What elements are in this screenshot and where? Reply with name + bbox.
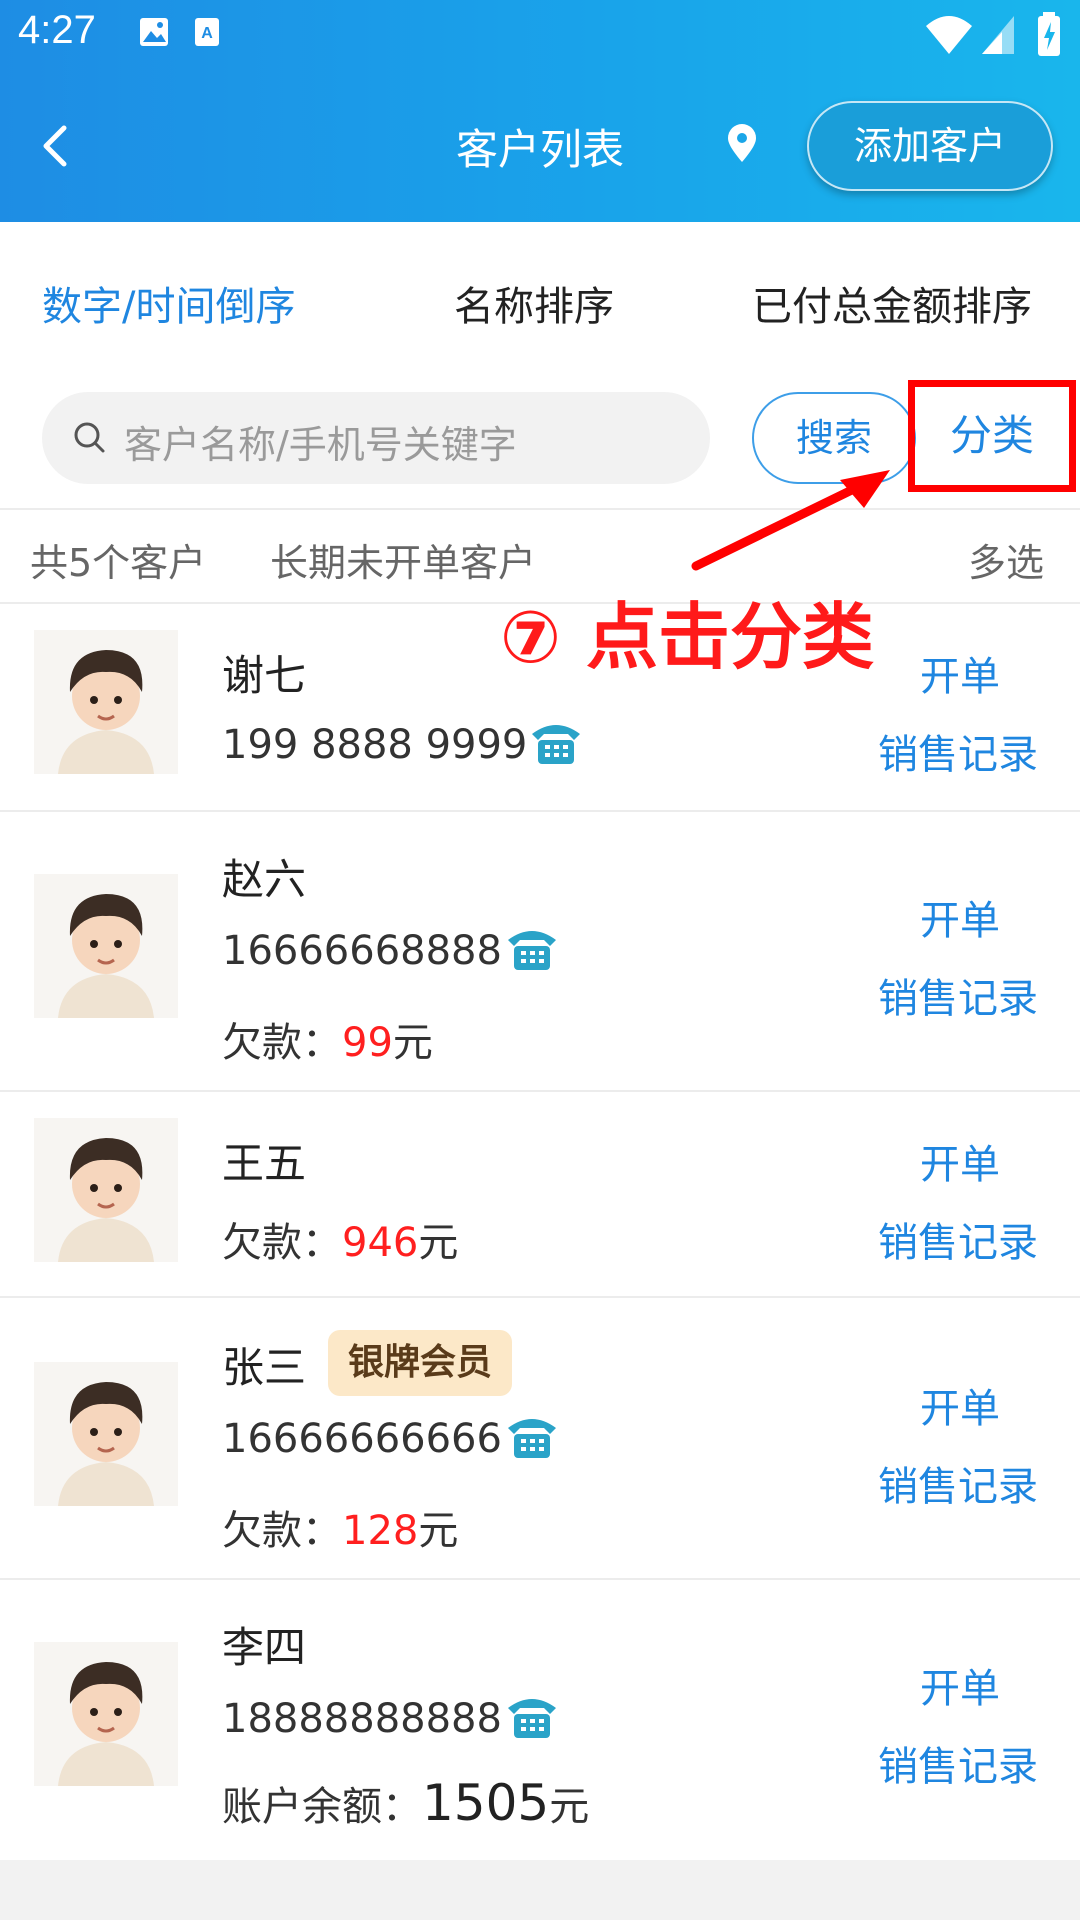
annotation-text: ⑦ 点击分类 <box>500 595 875 679</box>
sort-tab-name[interactable]: 名称排序 <box>454 274 614 332</box>
wifi-icon <box>926 16 972 54</box>
text-recognition-icon: A <box>195 18 219 46</box>
status-bar: 4:27 A <box>0 0 1080 72</box>
customer-name: 张三 <box>222 1343 307 1392</box>
avatar <box>34 874 178 1018</box>
avatar <box>34 630 178 774</box>
customer-phone: 16666668888 <box>222 928 502 974</box>
currency-unit: 元 <box>392 1020 433 1066</box>
sales-record-button[interactable]: 销售记录 <box>878 1210 1038 1268</box>
search-input[interactable]: 客户名称/手机号关键字 <box>42 392 710 484</box>
row-divider <box>0 810 1080 812</box>
svg-text:A: A <box>201 25 213 42</box>
signal-icon <box>982 16 1014 54</box>
debt-value: 128 <box>342 1508 419 1554</box>
telephone-icon[interactable] <box>504 1692 560 1740</box>
customer-count: 共5个客户 <box>30 541 207 585</box>
customer-name: 赵六 <box>222 855 307 904</box>
balance-amount: 账户余额：1505元 <box>222 1774 589 1832</box>
open-order-button[interactable]: 开单 <box>920 1376 1000 1434</box>
row-divider <box>0 1296 1080 1298</box>
balance-label: 账户余额： <box>222 1784 422 1830</box>
avatar <box>34 1642 178 1786</box>
gallery-icon <box>140 18 168 46</box>
search-placeholder: 客户名称/手机号关键字 <box>124 423 517 467</box>
currency-unit: 元 <box>549 1784 590 1830</box>
currency-unit: 元 <box>418 1220 459 1266</box>
debt-value: 946 <box>342 1220 419 1266</box>
page-title: 客户列表 <box>455 125 624 174</box>
category-button[interactable]: 分类 <box>908 380 1076 492</box>
debt-value: 99 <box>342 1020 393 1066</box>
status-time: 4:27 <box>18 8 96 52</box>
customer-name: 王五 <box>222 1139 307 1188</box>
telephone-icon[interactable] <box>504 1412 560 1460</box>
avatar <box>34 1362 178 1506</box>
debt-amount: 欠款：99元 <box>222 1010 433 1068</box>
row-divider <box>0 1578 1080 1580</box>
customer-phone: 16666666666 <box>222 1416 502 1462</box>
telephone-icon[interactable] <box>504 924 560 972</box>
customer-name: 谢七 <box>222 651 307 700</box>
annotation-arrow-icon <box>691 470 890 571</box>
customer-phone: 18888888888 <box>222 1696 502 1742</box>
divider <box>0 508 1080 510</box>
location-pin-icon[interactable] <box>724 124 760 164</box>
customer-phone: 199 8888 9999 <box>222 722 528 768</box>
add-customer-button[interactable]: 添加客户 <box>807 101 1053 191</box>
long-inactive-filter[interactable]: 长期未开单客户 <box>270 532 536 587</box>
sales-record-button[interactable]: 销售记录 <box>878 1454 1038 1512</box>
open-order-button[interactable]: 开单 <box>920 1656 1000 1714</box>
member-badge: 银牌会员 <box>328 1330 513 1396</box>
open-order-button[interactable]: 开单 <box>920 888 1000 946</box>
open-order-button[interactable]: 开单 <box>920 644 1000 702</box>
sales-record-button[interactable]: 销售记录 <box>878 722 1038 780</box>
search-icon <box>74 422 105 453</box>
debt-label: 欠款： <box>222 1508 342 1554</box>
open-order-button[interactable]: 开单 <box>920 1132 1000 1190</box>
debt-amount: 欠款：946元 <box>222 1210 458 1268</box>
sales-record-button[interactable]: 销售记录 <box>878 1734 1038 1792</box>
battery-icon <box>1038 12 1060 56</box>
back-arrow-icon[interactable] <box>36 124 76 168</box>
customer-name: 李四 <box>222 1623 307 1672</box>
sales-record-button[interactable]: 销售记录 <box>878 966 1038 1024</box>
multi-select-button[interactable]: 多选 <box>968 532 1044 587</box>
sort-tab-amount[interactable]: 已付总金额排序 <box>752 274 1032 332</box>
debt-label: 欠款： <box>222 1020 342 1066</box>
telephone-icon[interactable] <box>528 718 584 766</box>
avatar <box>34 1118 178 1262</box>
balance-value: 1505 <box>422 1774 550 1832</box>
sort-tab-time[interactable]: 数字/时间倒序 <box>42 274 295 332</box>
debt-amount: 欠款：128元 <box>222 1498 458 1556</box>
currency-unit: 元 <box>418 1508 459 1554</box>
page-bottom-area <box>0 1860 1080 1920</box>
row-divider <box>0 1090 1080 1092</box>
debt-label: 欠款： <box>222 1220 342 1266</box>
